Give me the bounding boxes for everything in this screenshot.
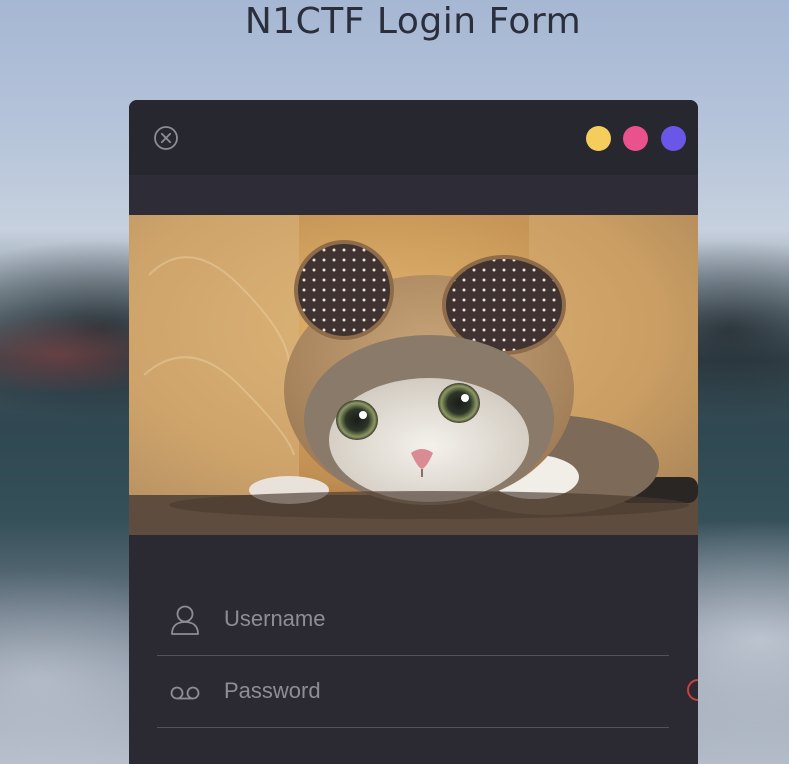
cat-photo: [129, 215, 698, 535]
password-field: [157, 655, 669, 728]
header-strip: [129, 175, 698, 215]
login-card: [129, 100, 698, 764]
voicemail-icon: [170, 686, 200, 700]
username-field: [157, 583, 669, 656]
window-control-pink[interactable]: [623, 126, 648, 151]
window-titlebar: [129, 100, 698, 175]
login-form: [129, 535, 698, 764]
user-icon: [171, 605, 199, 635]
password-status-indicator: [687, 679, 698, 701]
page-title: N1CTF Login Form: [244, 1, 582, 42]
close-circle-icon: [154, 126, 178, 150]
window-control-yellow[interactable]: [586, 126, 611, 151]
username-input[interactable]: [224, 601, 644, 637]
password-input[interactable]: [224, 673, 644, 709]
close-button[interactable]: [154, 126, 178, 150]
window-control-purple[interactable]: [661, 126, 686, 151]
hero-image: [129, 215, 698, 535]
